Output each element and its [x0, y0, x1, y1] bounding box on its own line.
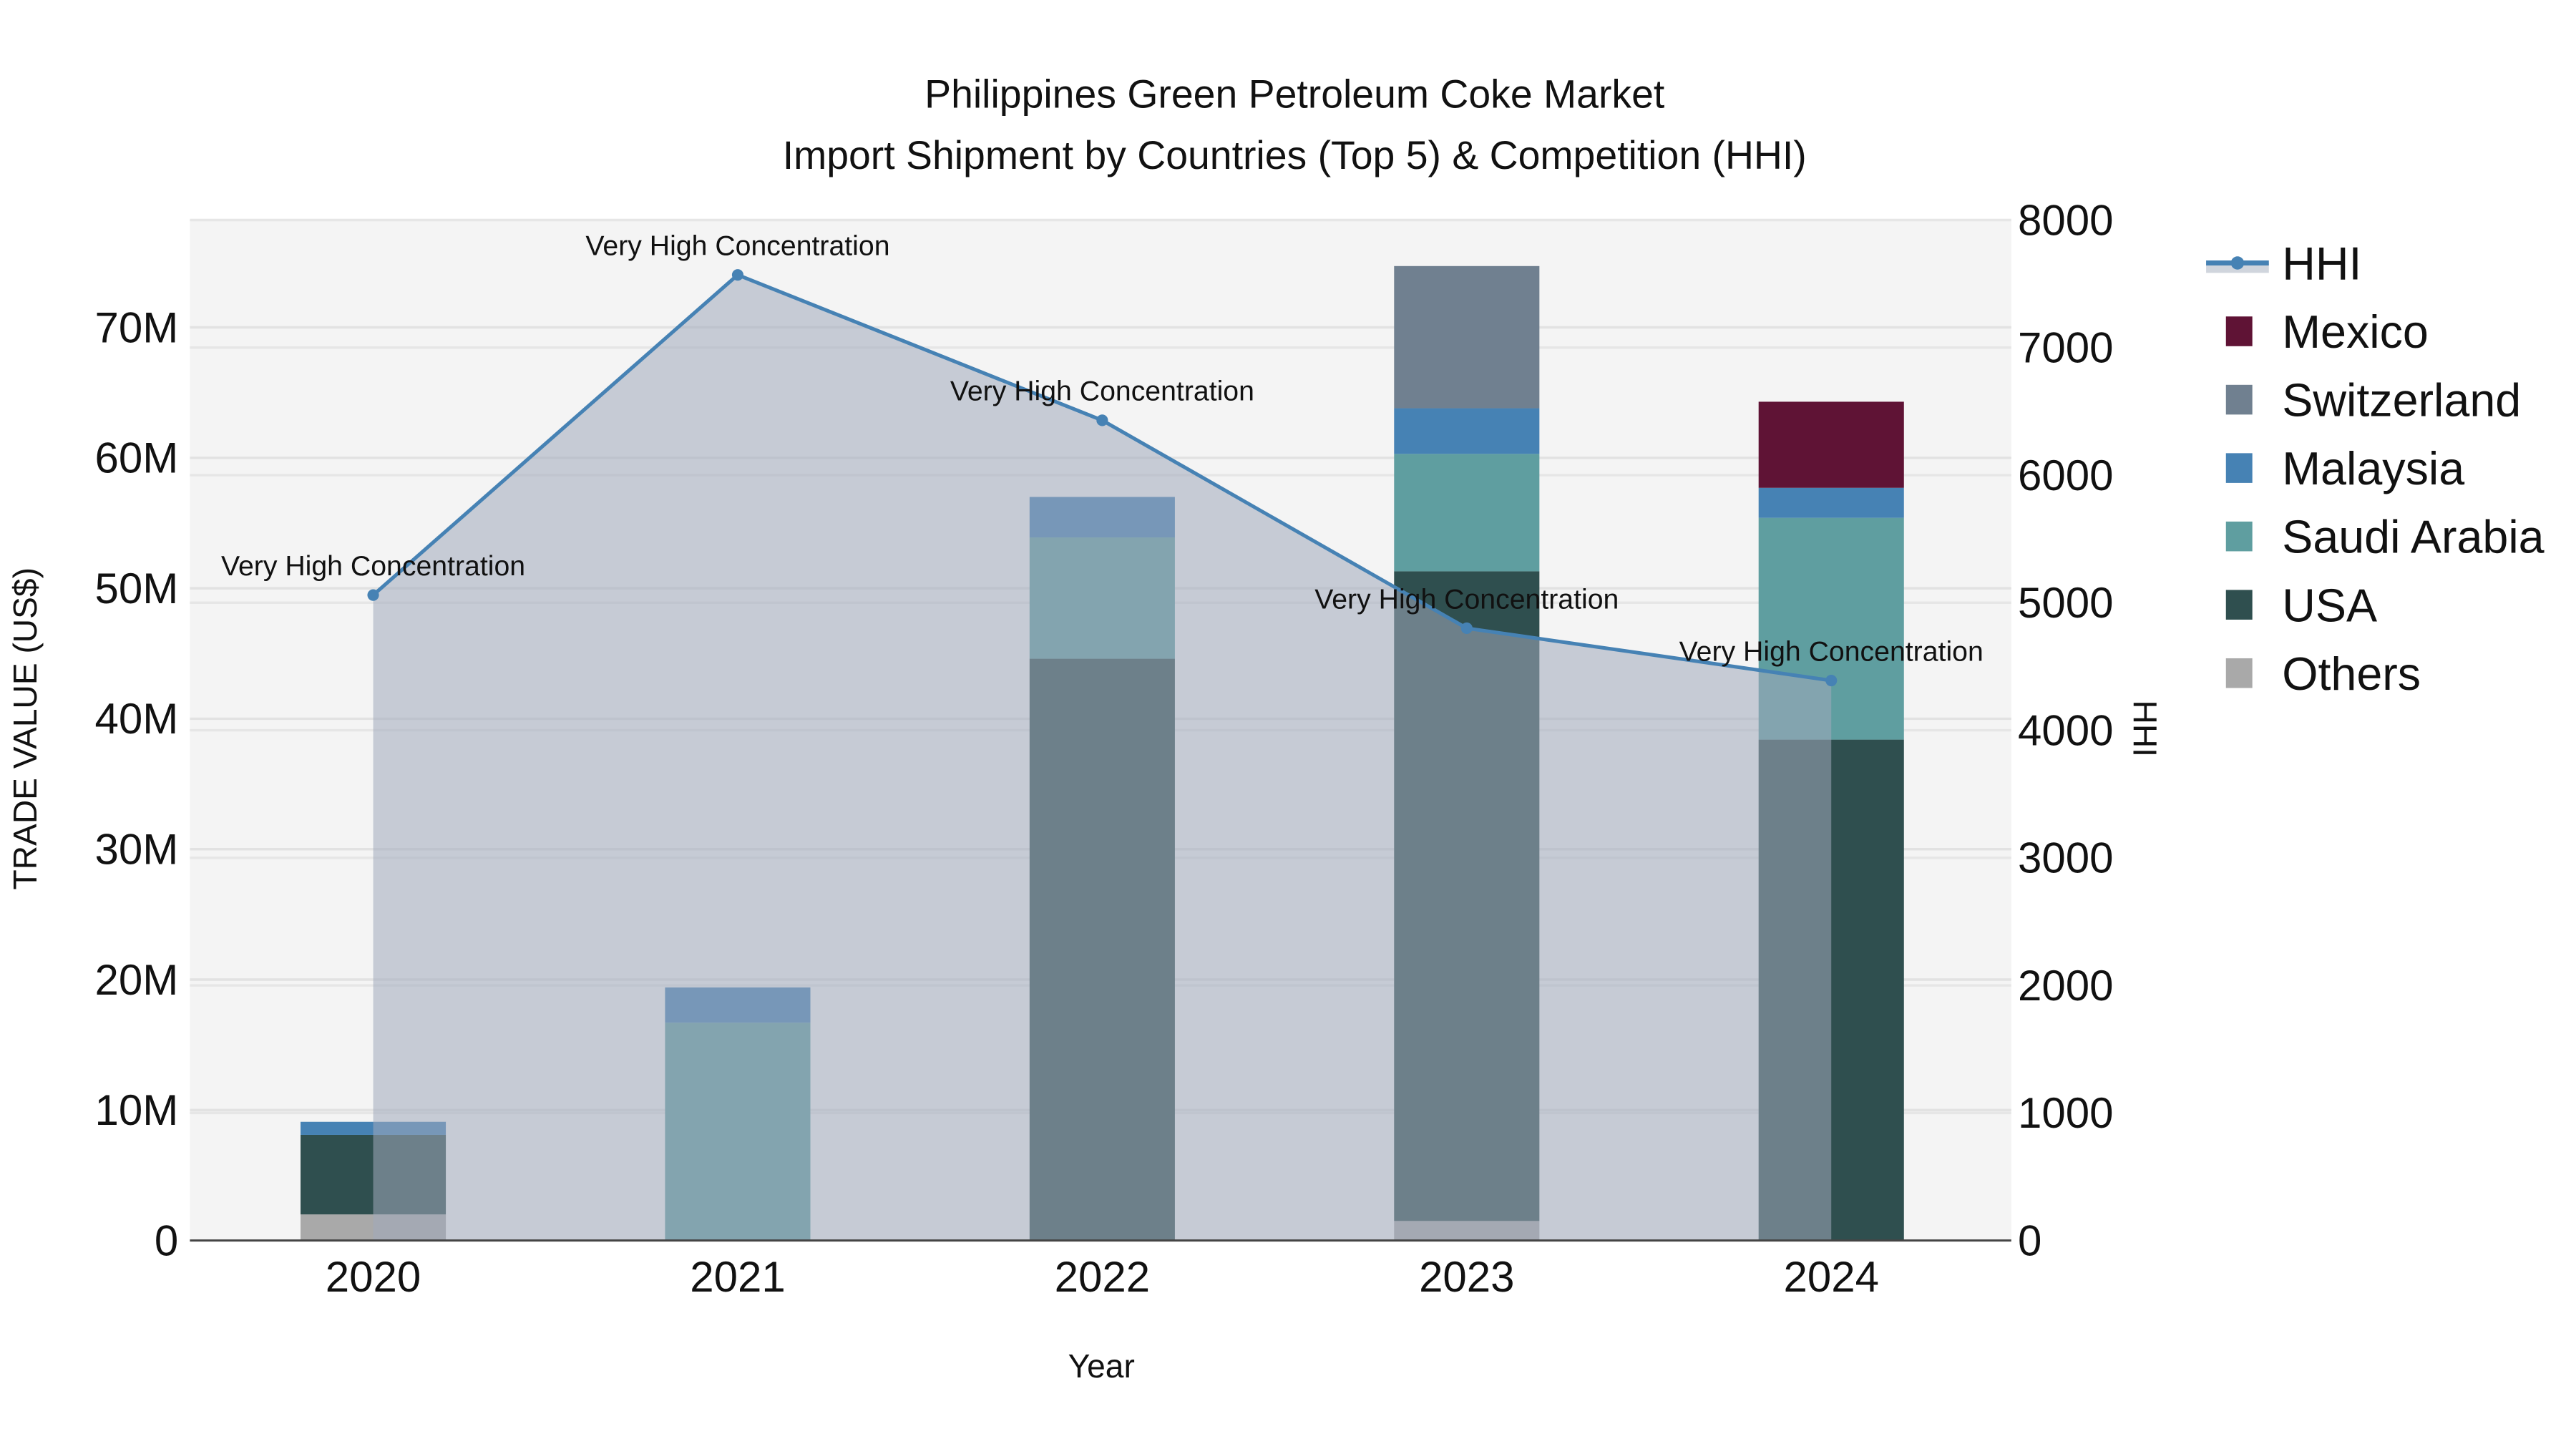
- legend: HHI Mexico Switzerland Malaysia Saudi Arabia…: [2206, 238, 2545, 700]
- y2-tick-label: 2000: [2018, 962, 2113, 1010]
- x-tick-label: 2020: [326, 1253, 421, 1301]
- legend-swatch: [2225, 590, 2253, 620]
- bar-mexico: [1758, 401, 1904, 488]
- bar-saudi-arabia: [1394, 454, 1540, 572]
- y2-tick-label: 3000: [2018, 834, 2113, 882]
- chart-title: Philippines Green Petroleum Coke Market: [924, 72, 1664, 117]
- y2-tick-label: 7000: [2018, 324, 2113, 372]
- bar-malaysia: [1758, 487, 1904, 518]
- x-axis-label: Year: [1068, 1347, 1135, 1385]
- hhi-point: [1460, 622, 1473, 635]
- bar-malaysia: [1394, 408, 1540, 454]
- hhi-annotation: Very High Concentration: [950, 376, 1254, 407]
- legend-swatch: [2225, 521, 2253, 552]
- legend-swatch: [2225, 453, 2253, 483]
- hhi-point: [1096, 414, 1108, 426]
- y2-axis-label: HHI: [2127, 701, 2164, 757]
- bar-switzerland: [1394, 265, 1540, 409]
- y2-tick-label: 5000: [2018, 579, 2113, 627]
- y-tick-label: 20M: [95, 956, 179, 1004]
- x-tick-label: 2023: [1419, 1253, 1514, 1301]
- legend-label: Mexico: [2282, 306, 2429, 358]
- legend-hhi-marker: [2230, 256, 2245, 270]
- hhi-point: [1825, 674, 1838, 687]
- hhi-annotation: Very High Concentration: [1679, 635, 1984, 667]
- y2-tick-label: 8000: [2018, 196, 2113, 244]
- y-axis-label: TRADE VALUE (US$): [6, 567, 44, 889]
- legend-swatch: [2225, 658, 2253, 688]
- hhi-point: [367, 589, 379, 601]
- y2-tick-label: 4000: [2018, 706, 2113, 754]
- y-tick-label: 10M: [95, 1086, 179, 1134]
- y-tick-label: 60M: [95, 434, 179, 482]
- y2-tick-label: 0: [2018, 1216, 2041, 1264]
- legend-swatch: [2225, 384, 2253, 415]
- x-tick-label: 2021: [690, 1253, 785, 1301]
- legend-label: USA: [2282, 580, 2377, 631]
- legend-label: Switzerland: [2282, 375, 2521, 426]
- hhi-annotation: Very High Concentration: [1314, 583, 1619, 615]
- x-tick-label: 2024: [1783, 1253, 1878, 1301]
- y-tick-label: 30M: [95, 826, 179, 874]
- legend-label: Saudi Arabia: [2282, 512, 2544, 563]
- chart: Very High Concentration Very High Concent…: [6, 72, 2545, 1385]
- chart-subtitle: Import Shipment by Countries (Top 5) & C…: [783, 133, 1807, 177]
- x-tick-label: 2022: [1055, 1253, 1150, 1301]
- hhi-point: [731, 269, 744, 281]
- y-tick-label: 0: [155, 1216, 178, 1264]
- legend-label: HHI: [2282, 238, 2361, 290]
- y2-tick-label: 1000: [2018, 1089, 2113, 1137]
- y-tick-label: 70M: [95, 303, 179, 351]
- legend-label: Malaysia: [2282, 443, 2464, 494]
- y-tick-label: 40M: [95, 695, 179, 743]
- hhi-annotation: Very High Concentration: [585, 230, 889, 261]
- y-tick-label: 50M: [95, 565, 179, 613]
- hhi-annotation: Very High Concentration: [221, 550, 525, 582]
- y2-tick-label: 6000: [2018, 452, 2113, 499]
- legend-swatch: [2225, 316, 2253, 346]
- legend-label: Others: [2282, 648, 2421, 700]
